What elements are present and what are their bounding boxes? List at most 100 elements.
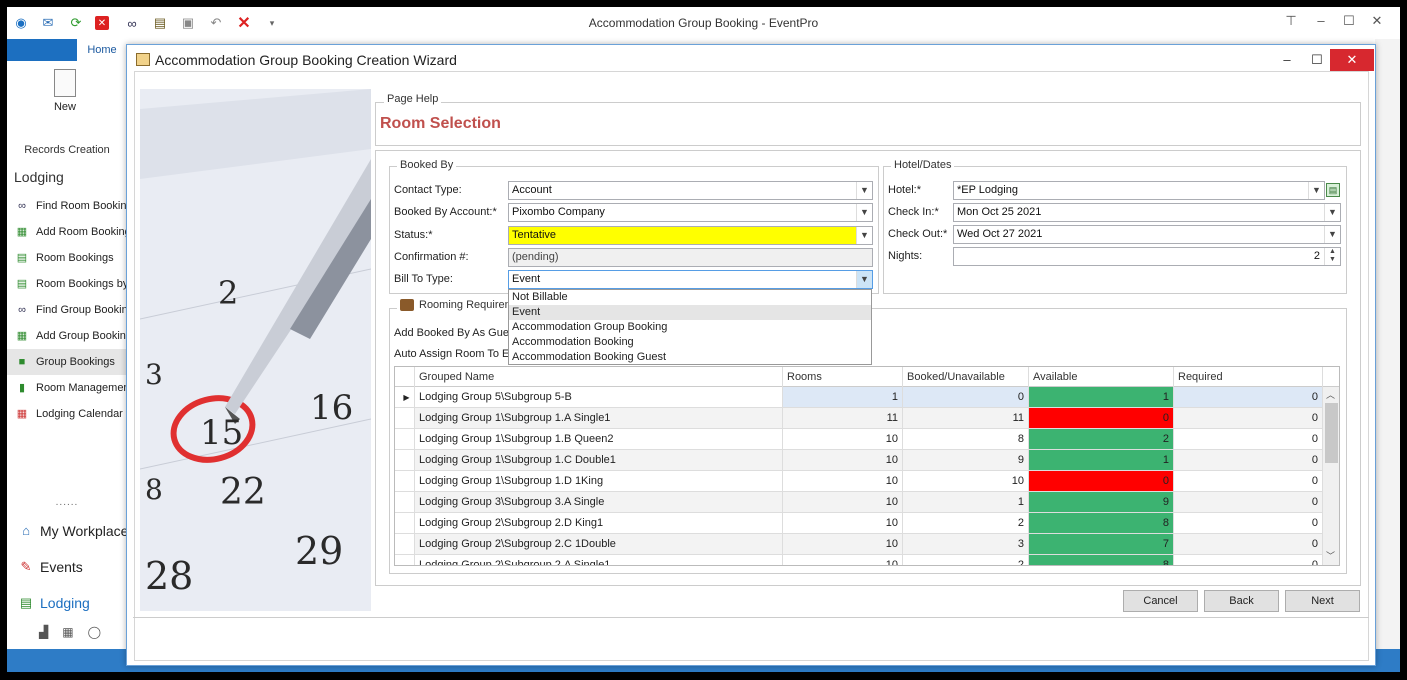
column-header-rooms[interactable]: Rooms: [783, 367, 903, 387]
check-out-date-picker[interactable]: Wed Oct 27 2021 ▼: [953, 225, 1341, 244]
cell-available[interactable]: 1: [1029, 450, 1174, 471]
cell-required[interactable]: 0: [1174, 513, 1323, 534]
maximize-icon[interactable]: ☐: [1338, 13, 1360, 33]
dropdown-option[interactable]: Event: [509, 305, 871, 320]
dropdown-option[interactable]: Accommodation Booking: [509, 335, 871, 350]
cell-rooms[interactable]: 10: [783, 513, 903, 534]
cell-rooms[interactable]: 10: [783, 492, 903, 513]
sidebar-splitter[interactable]: ......: [7, 497, 127, 508]
hotel-icon[interactable]: ▦: [62, 625, 73, 639]
status-select[interactable]: Tentative ▼: [508, 226, 873, 245]
section-events[interactable]: ✎ Events: [7, 549, 127, 585]
restore-ribbon-icon[interactable]: ⊤: [1280, 13, 1302, 33]
sidebar-item-add-room-booking[interactable]: ▦ Add Room Booking: [7, 219, 127, 245]
cell-available[interactable]: 7: [1029, 534, 1174, 555]
cell-booked[interactable]: 10: [903, 471, 1029, 492]
booked-by-account-select[interactable]: Pixombo Company ▼: [508, 203, 873, 222]
tab-home[interactable]: Home: [77, 39, 127, 61]
chevron-down-icon[interactable]: ▼: [856, 182, 872, 199]
dialog-minimize-icon[interactable]: –: [1272, 49, 1302, 71]
table-row[interactable]: Lodging Group 1\Subgroup 1.A Single1 11 11…: [395, 408, 1323, 429]
new-button[interactable]: New: [41, 69, 89, 113]
cell-rooms[interactable]: 10: [783, 450, 903, 471]
scroll-down-icon[interactable]: ﹀: [1326, 549, 1335, 562]
chevron-down-icon[interactable]: ▼: [856, 204, 872, 221]
cell-rooms[interactable]: 10: [783, 471, 903, 492]
cell-booked[interactable]: 2: [903, 555, 1029, 565]
cell-available[interactable]: 9: [1029, 492, 1174, 513]
cell-grouped-name[interactable]: Lodging Group 2\Subgroup 2.A Single1: [415, 555, 783, 565]
cell-grouped-name[interactable]: Lodging Group 1\Subgroup 1.A Single1: [415, 408, 783, 429]
cell-rooms[interactable]: 10: [783, 534, 903, 555]
column-header-booked[interactable]: Booked/Unavailable: [903, 367, 1029, 387]
cell-available[interactable]: 8: [1029, 513, 1174, 534]
cell-available[interactable]: 2: [1029, 429, 1174, 450]
close-icon[interactable]: ✕: [1366, 13, 1388, 33]
hotel-lookup-icon[interactable]: ▤: [1326, 183, 1340, 197]
cell-required[interactable]: 0: [1174, 450, 1323, 471]
table-row[interactable]: Lodging Group 1\Subgroup 1.D 1King 10 10 0 0: [395, 471, 1323, 492]
dropdown-option[interactable]: Accommodation Booking Guest: [509, 350, 871, 365]
chevron-down-icon[interactable]: ▼: [856, 271, 872, 288]
table-row[interactable]: ▶ Lodging Group 5\Subgroup 5-B 1 0 1 0: [395, 387, 1323, 408]
grid-scrollbar[interactable]: ︿ ﹀: [1323, 387, 1339, 565]
sidebar-item-lodging-calendar[interactable]: ▦ Lodging Calendar: [7, 401, 127, 427]
cell-required[interactable]: 0: [1174, 471, 1323, 492]
table-row[interactable]: Lodging Group 1\Subgroup 1.B Queen2 10 8 2 0: [395, 429, 1323, 450]
chevron-down-icon[interactable]: ▼: [1324, 226, 1340, 243]
sidebar-item-room-bookings-by[interactable]: ▤ Room Bookings by: [7, 271, 127, 297]
dialog-close-icon[interactable]: ✕: [1330, 49, 1374, 71]
section-lodging[interactable]: ▤ Lodging: [7, 585, 127, 621]
nights-stepper[interactable]: 2 ▲ ▼: [953, 247, 1341, 266]
cancel-button[interactable]: Cancel: [1123, 590, 1198, 612]
cell-booked[interactable]: 3: [903, 534, 1029, 555]
chevron-down-icon[interactable]: ▼: [1308, 182, 1324, 199]
sidebar-item-room-bookings[interactable]: ▤ Room Bookings: [7, 245, 127, 271]
dropdown-option[interactable]: Accommodation Group Booking: [509, 320, 871, 335]
cell-booked[interactable]: 0: [903, 387, 1029, 408]
dialog-maximize-icon[interactable]: ☐: [1302, 49, 1332, 71]
minimize-icon[interactable]: –: [1310, 13, 1332, 33]
chevron-down-icon[interactable]: ▼: [856, 227, 872, 244]
cell-grouped-name[interactable]: Lodging Group 1\Subgroup 1.D 1King: [415, 471, 783, 492]
cell-available[interactable]: 0: [1029, 471, 1174, 492]
sidebar-item-add-group-booking[interactable]: ▦ Add Group Booking: [7, 323, 127, 349]
stepper-arrows-icon[interactable]: ▲ ▼: [1324, 248, 1340, 265]
cell-required[interactable]: 0: [1174, 429, 1323, 450]
sidebar-item-find-group-bookings[interactable]: ∞Find Group Bookings: [7, 297, 127, 323]
table-row[interactable]: Lodging Group 3\Subgroup 3.A Single 10 1 9 0: [395, 492, 1323, 513]
app-menu-tab[interactable]: [7, 39, 77, 61]
cell-grouped-name[interactable]: Lodging Group 5\Subgroup 5-B: [415, 387, 783, 408]
cell-booked[interactable]: 2: [903, 513, 1029, 534]
column-header-grouped-name[interactable]: Grouped Name: [415, 367, 783, 387]
cell-rooms[interactable]: 11: [783, 408, 903, 429]
hotel-select[interactable]: *EP Lodging ▼: [953, 181, 1325, 200]
cell-grouped-name[interactable]: Lodging Group 2\Subgroup 2.C 1Double: [415, 534, 783, 555]
sidebar-item-room-management[interactable]: ▮ Room Management: [7, 375, 127, 401]
scrollbar-thumb[interactable]: [1325, 403, 1338, 463]
table-row[interactable]: Lodging Group 2\Subgroup 2.D King1 10 2 8 0: [395, 513, 1323, 534]
cell-required[interactable]: 0: [1174, 534, 1323, 555]
column-header-available[interactable]: Available: [1029, 367, 1174, 387]
cell-grouped-name[interactable]: Lodging Group 1\Subgroup 1.C Double1: [415, 450, 783, 471]
chat-icon[interactable]: ◯: [88, 625, 101, 639]
next-button[interactable]: Next: [1285, 590, 1360, 612]
cell-booked[interactable]: 9: [903, 450, 1029, 471]
table-row[interactable]: Lodging Group 1\Subgroup 1.C Double1 10 9 1…: [395, 450, 1323, 471]
cell-grouped-name[interactable]: Lodging Group 3\Subgroup 3.A Single: [415, 492, 783, 513]
dropdown-option[interactable]: Not Billable: [509, 290, 871, 305]
cell-available[interactable]: 8: [1029, 555, 1174, 565]
cell-required[interactable]: 0: [1174, 555, 1323, 565]
cell-required[interactable]: 0: [1174, 492, 1323, 513]
sidebar-item-find-room-bookings[interactable]: ∞Find Room Bookings: [7, 193, 127, 219]
back-button[interactable]: Back: [1204, 590, 1279, 612]
contact-type-select[interactable]: Account ▼: [508, 181, 873, 200]
table-row[interactable]: Lodging Group 2\Subgroup 2.C 1Double 10 3 7…: [395, 534, 1323, 555]
sidebar-item-group-bookings[interactable]: ■ Group Bookings: [7, 349, 127, 375]
cell-grouped-name[interactable]: Lodging Group 1\Subgroup 1.B Queen2: [415, 429, 783, 450]
cell-required[interactable]: 0: [1174, 387, 1323, 408]
cell-booked[interactable]: 1: [903, 492, 1029, 513]
cell-rooms[interactable]: 10: [783, 555, 903, 565]
bill-to-type-select[interactable]: Event ▼: [508, 270, 873, 289]
check-in-date-picker[interactable]: Mon Oct 25 2021 ▼: [953, 203, 1341, 222]
